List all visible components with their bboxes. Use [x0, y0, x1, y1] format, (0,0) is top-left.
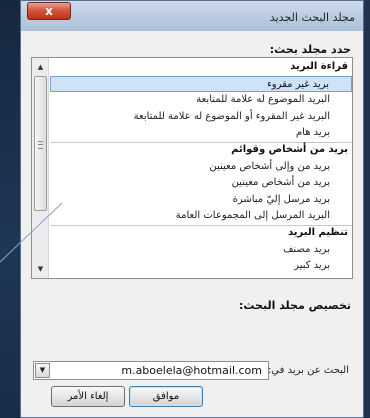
- list-scrollbar[interactable]: ▲ ▼: [32, 58, 49, 278]
- list-item[interactable]: البريد غير المقروء أو الموضوع له علامة ل…: [50, 109, 352, 125]
- list-item[interactable]: بريد غير مقروء: [50, 75, 352, 92]
- search-folder-list[interactable]: ▲ ▼ قراءة البريد بريد غير مقروء البريد الم…: [31, 57, 353, 279]
- list-group-header: قراءة البريد: [290, 61, 348, 72]
- grip-icon: [38, 141, 43, 149]
- list-item[interactable]: بريد مصنف: [50, 242, 352, 258]
- select-search-folder-label: حدد مجلد بحث:: [269, 43, 351, 56]
- list-item[interactable]: بريد مرسل إليّ مباشرة: [50, 192, 352, 208]
- list-item[interactable]: بريد كبير: [50, 258, 352, 274]
- list-items: قراءة البريد بريد غير مقروء البريد الموضوع…: [50, 58, 352, 278]
- dialog-title: مجلد البحث الجديد: [269, 11, 355, 24]
- list-item[interactable]: بريد من وإلى أشخاص معينين: [50, 159, 352, 175]
- list-item[interactable]: البريد المرسل إلى المجموعات العامة: [50, 208, 352, 224]
- new-search-folder-dialog: x مجلد البحث الجديد حدد مجلد بحث: ▲ ▼ قر…: [20, 0, 364, 418]
- desktop-background: [0, 0, 20, 418]
- title-bar: x مجلد البحث الجديد: [21, 1, 363, 31]
- list-item[interactable]: البريد الموضوع له علامة للمتابعة: [50, 92, 352, 108]
- list-item[interactable]: بريد هام: [50, 125, 352, 141]
- mailbox-select[interactable]: ▼ m.aboelela@hotmail.com: [33, 361, 269, 380]
- list-item[interactable]: بريد من أشخاص معينين: [50, 175, 352, 191]
- scroll-down-arrow-icon[interactable]: ▼: [33, 261, 48, 277]
- customize-search-folder-label: تخصيص مجلد البحث:: [239, 299, 351, 312]
- scrollbar-thumb[interactable]: [34, 76, 47, 211]
- list-group-header: تنظيم البريد: [288, 227, 348, 238]
- scroll-up-arrow-icon[interactable]: ▲: [33, 59, 48, 75]
- ok-button[interactable]: موافق: [129, 386, 203, 407]
- mailbox-value: m.aboelela@hotmail.com: [121, 364, 262, 377]
- search-mail-in-label: البحث عن بريد في:: [267, 365, 349, 376]
- list-group-header: بريد من أشخاص وقوائم: [231, 144, 348, 155]
- cancel-button[interactable]: إلغاء الأمر: [51, 386, 125, 407]
- dropdown-arrow-icon[interactable]: ▼: [35, 363, 50, 378]
- desktop-background-right: [364, 0, 370, 418]
- close-button[interactable]: x: [27, 2, 71, 20]
